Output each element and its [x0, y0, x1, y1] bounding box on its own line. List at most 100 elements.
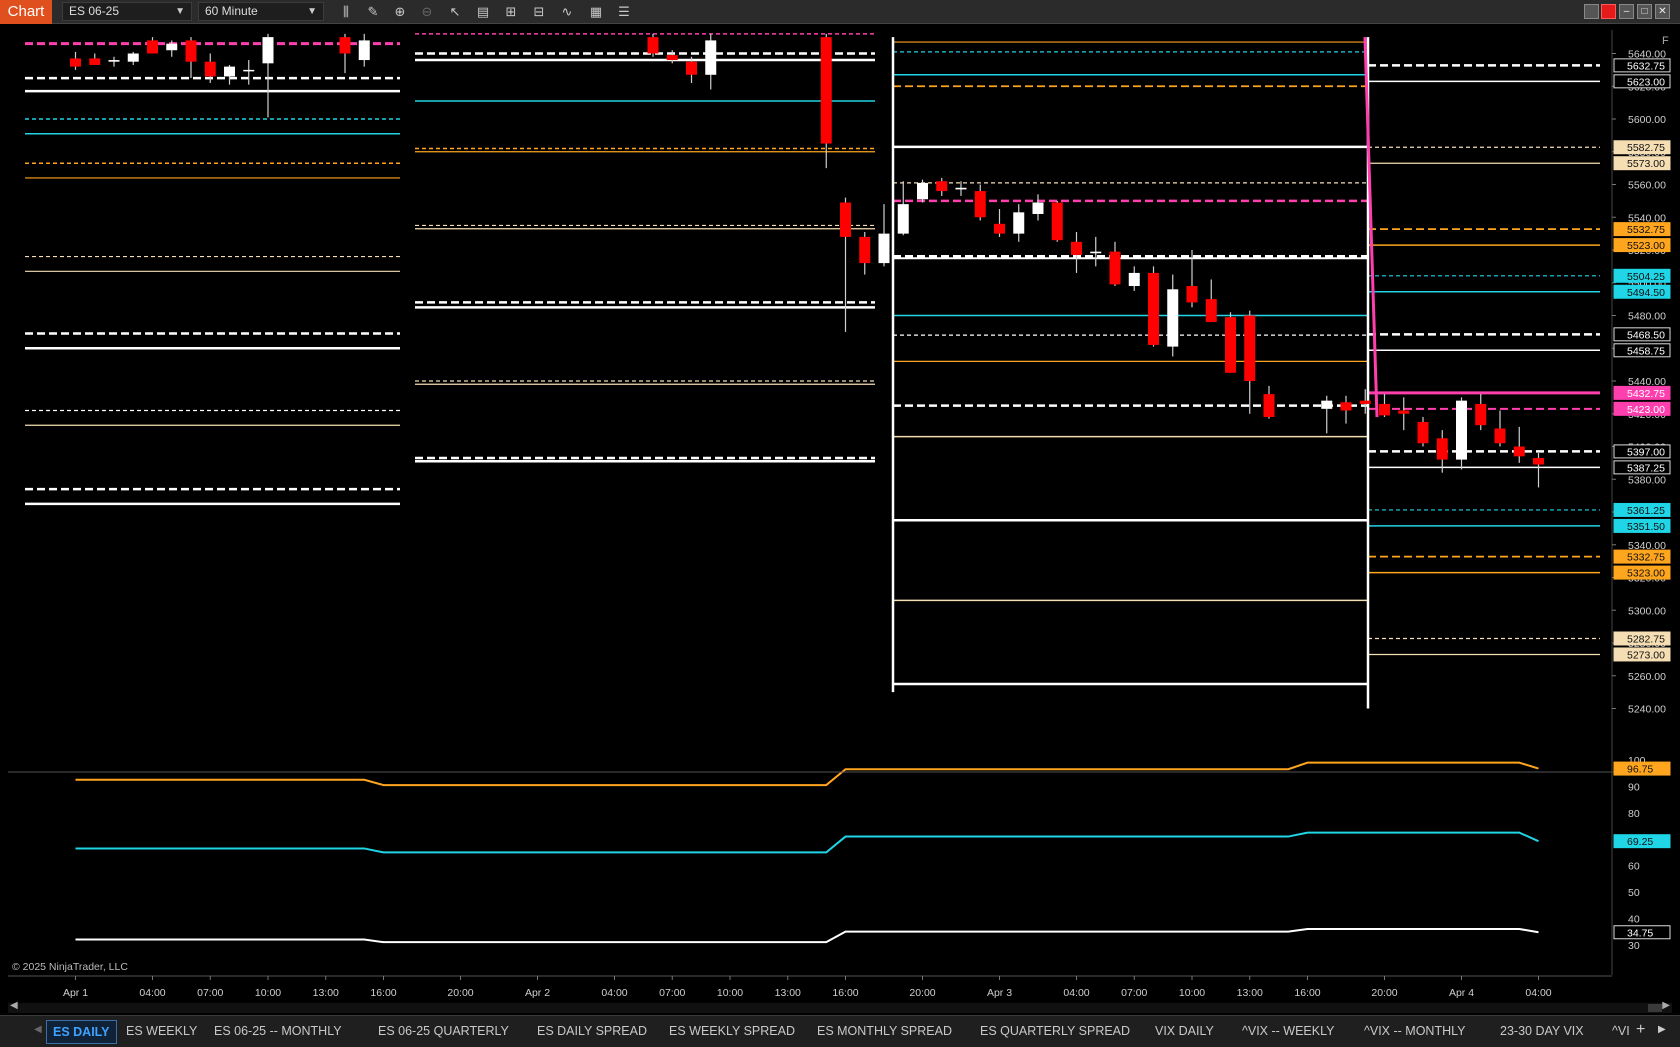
price-tick-label-20: 5240.00: [1628, 704, 1666, 716]
candle-body-23: [936, 181, 948, 192]
time-tick-label-22: 04:00: [1525, 987, 1551, 999]
link-color-icon[interactable]: [1601, 4, 1616, 19]
tab-es-weekly[interactable]: ES WEEKLY: [126, 1024, 197, 1038]
indicators-icon[interactable]: ⊞: [502, 3, 520, 21]
time-tick-label-8: 04:00: [601, 987, 627, 999]
chevron-down-icon: ▼: [307, 6, 317, 17]
chart-toolbar: Chart ES 06-25 ▼ 60 Minute ▼ ⫼ ✎ ⊕ ⊖ ↖ ▤…: [0, 0, 1680, 24]
data-box-icon[interactable]: ▤: [474, 3, 492, 21]
candle-body-32: [1109, 251, 1121, 285]
instrument-label: ES 06-25: [69, 4, 120, 18]
time-tick-label-14: Apr 3: [987, 987, 1012, 999]
candle-body-42: [1340, 402, 1352, 411]
candle-body-15: [686, 61, 697, 75]
properties-icon[interactable]: ▦: [587, 3, 605, 21]
tab-23-30-day-vix[interactable]: 23-30 DAY VIX: [1500, 1024, 1584, 1038]
candle-body-25: [974, 191, 986, 218]
time-tick-label-4: 13:00: [313, 987, 339, 999]
candle-body-11: [339, 37, 351, 54]
tab-es-quarterly[interactable]: ES 06-25 QUARTERLY: [378, 1024, 509, 1038]
drawing-pencil-icon[interactable]: ✎: [364, 3, 382, 21]
candle-body-51: [1513, 446, 1525, 457]
bar-type-icon[interactable]: ⫼: [337, 3, 355, 21]
candle-body-49: [1475, 403, 1487, 426]
price-marker-label-12: 5397.00: [1627, 446, 1665, 458]
candle-body-39: [1244, 315, 1256, 381]
strategies-icon[interactable]: ⊟: [530, 3, 548, 21]
minimize-icon[interactable]: –: [1619, 4, 1634, 19]
pointer-icon[interactable]: ↖: [446, 3, 464, 21]
tab-vix-monthly[interactable]: ^VIX -- MONTHLY: [1364, 1024, 1465, 1038]
add-tab-icon[interactable]: +: [1636, 1021, 1645, 1039]
tab-vix-overflow[interactable]: ^VI: [1612, 1024, 1630, 1038]
candle-body-43: [1359, 400, 1371, 404]
instrument-selector[interactable]: ES 06-25 ▼: [62, 2, 192, 21]
tab-scroll-left-icon[interactable]: ◀: [34, 1024, 42, 1035]
lower-marker-label-0: 96.75: [1627, 764, 1653, 776]
time-tick-label-11: 13:00: [775, 987, 801, 999]
line-chart-icon[interactable]: ∿: [558, 3, 576, 21]
restore-small-icon[interactable]: [1584, 4, 1599, 19]
maximize-icon[interactable]: □: [1637, 4, 1652, 19]
horizontal-scrollbar[interactable]: ◀ ▶: [8, 1000, 1672, 1013]
tab-es-daily-spread[interactable]: ES DAILY SPREAD: [537, 1024, 647, 1038]
time-tick-label-2: 07:00: [197, 987, 223, 999]
candle-body-1: [89, 58, 101, 65]
time-tick-label-3: 10:00: [255, 987, 281, 999]
candle-body-21: [897, 204, 909, 234]
list-icon[interactable]: ☰: [615, 3, 633, 21]
scroll-thumb[interactable]: [1648, 1004, 1662, 1012]
time-tick-label-20: 20:00: [1371, 987, 1397, 999]
scroll-right-icon[interactable]: ▶: [1662, 1000, 1670, 1011]
price-marker-label-15: 5351.50: [1627, 521, 1665, 533]
candle-body-8: [224, 66, 235, 77]
price-chart[interactable]: 5640.005620.005600.005580.005560.005540.…: [0, 24, 1680, 1004]
time-tick-label-9: 07:00: [659, 987, 685, 999]
candle-body-18: [840, 202, 851, 237]
time-tick-label-10: 10:00: [717, 987, 743, 999]
candle-body-45: [1398, 410, 1410, 414]
price-marker-label-7: 5494.50: [1627, 287, 1665, 299]
price-marker-label-8: 5468.50: [1627, 329, 1665, 341]
candle-body-12: [358, 40, 370, 61]
price-marker-label-6: 5504.25: [1627, 271, 1665, 283]
price-marker-label-3: 5573.00: [1627, 158, 1665, 170]
tab-vix-daily[interactable]: VIX DAILY: [1155, 1024, 1214, 1038]
tab-es-quarterly-spread[interactable]: ES QUARTERLY SPREAD: [980, 1024, 1130, 1038]
close-icon[interactable]: ✕: [1655, 4, 1670, 19]
interval-selector[interactable]: 60 Minute ▼: [198, 2, 324, 21]
tab-scroll-right-icon[interactable]: ▶: [1658, 1024, 1666, 1035]
candle-body-17: [820, 37, 832, 144]
tab-es-weekly-spread[interactable]: ES WEEKLY SPREAD: [669, 1024, 795, 1038]
candle-body-0: [70, 58, 81, 67]
candle-body-5: [166, 43, 178, 51]
scroll-left-icon[interactable]: ◀: [10, 1000, 18, 1011]
time-tick-label-15: 04:00: [1063, 987, 1089, 999]
price-marker-label-14: 5361.25: [1627, 505, 1665, 517]
chart-tabs-bar: ◀ ES DAILY ES WEEKLY ES 06-25 -- MONTHLY…: [0, 1015, 1680, 1047]
lower-tick-label-7: 30: [1628, 940, 1640, 952]
candle-body-38: [1225, 317, 1236, 373]
tab-es-monthly[interactable]: ES 06-25 -- MONTHLY: [214, 1024, 342, 1038]
candle-body-9: [243, 69, 255, 72]
candle-body-2: [108, 60, 120, 62]
candle-body-4: [147, 40, 158, 54]
candle-body-29: [1051, 202, 1063, 241]
copyright-notice: © 2025 NinjaTrader, LLC: [12, 961, 128, 973]
lower-marker-label-1: 69.25: [1627, 836, 1653, 848]
zoom-out-icon[interactable]: ⊖: [418, 3, 436, 21]
zoom-in-icon[interactable]: ⊕: [391, 3, 409, 21]
candle-body-19: [859, 236, 871, 264]
time-tick-label-5: 16:00: [370, 987, 396, 999]
candle-body-41: [1321, 400, 1333, 409]
time-tick-label-6: 20:00: [447, 987, 473, 999]
candle-body-36: [1186, 286, 1198, 303]
chart-tab[interactable]: Chart: [0, 0, 52, 24]
price-tick-label-17: 5300.00: [1628, 605, 1666, 617]
corner-flag: F: [1662, 35, 1669, 47]
tab-es-monthly-spread[interactable]: ES MONTHLY SPREAD: [817, 1024, 952, 1038]
time-tick-label-16: 07:00: [1121, 987, 1147, 999]
price-marker-label-18: 5282.75: [1627, 633, 1665, 645]
tab-es-daily[interactable]: ES DAILY: [46, 1020, 117, 1044]
tab-vix-weekly[interactable]: ^VIX -- WEEKLY: [1242, 1024, 1334, 1038]
